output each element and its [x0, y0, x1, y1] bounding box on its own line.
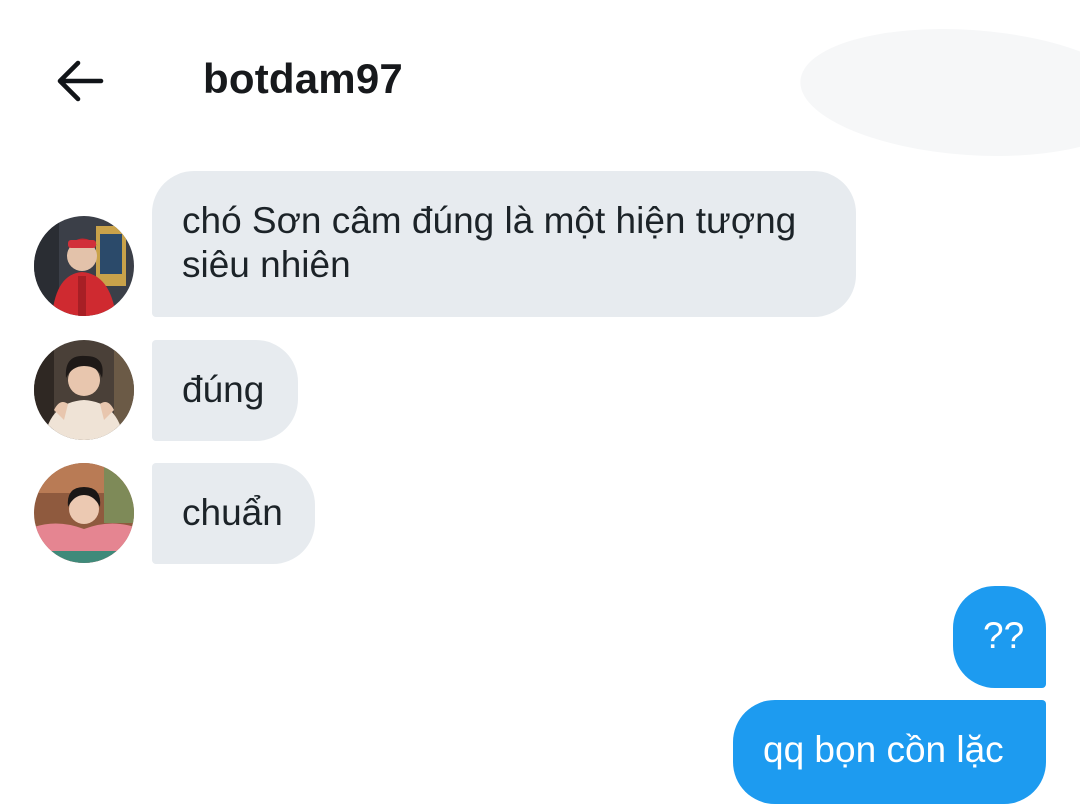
message-bubble-outgoing[interactable]: qq bọn cồn lặc — [733, 700, 1046, 804]
avatar[interactable] — [34, 216, 134, 316]
message-bubble-outgoing[interactable]: ?? — [953, 586, 1046, 688]
avatar-red-jacket-image — [34, 216, 134, 316]
back-button[interactable] — [48, 50, 110, 112]
avatar-pink-sweater-image — [34, 463, 134, 563]
avatar[interactable] — [34, 340, 134, 440]
avatar-curly-hair-image — [34, 340, 134, 440]
message-bubble-incoming[interactable]: đúng — [152, 340, 298, 441]
conversation-header: botdam97 — [0, 0, 1080, 150]
conversation-title: botdam97 — [203, 55, 403, 102]
message-bubble-incoming[interactable]: chó Sơn câm đúng là một hiện tượng siêu … — [152, 171, 856, 317]
avatar[interactable] — [34, 463, 134, 563]
arrow-left-icon — [57, 60, 104, 102]
message-bubble-incoming[interactable]: chuẩn — [152, 463, 315, 564]
